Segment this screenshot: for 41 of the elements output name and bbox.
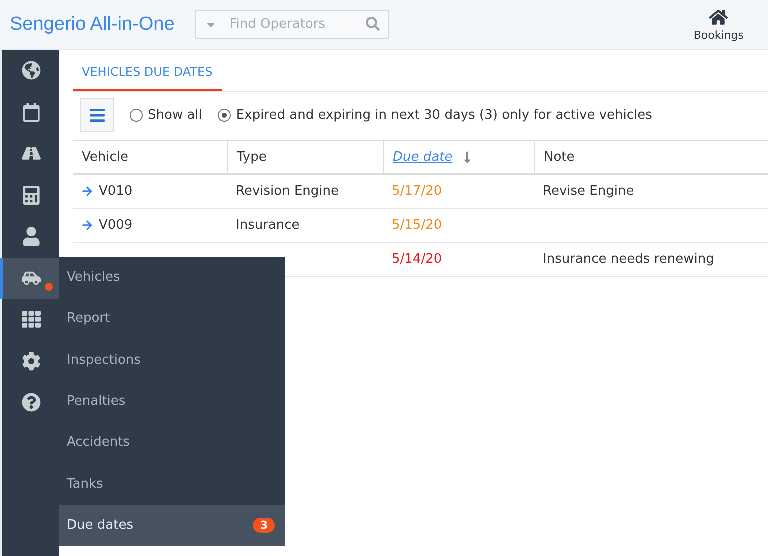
- table-cell: 5/17/20: [383, 175, 534, 209]
- table-cell: 5/15/20: [383, 209, 534, 243]
- search-field[interactable]: Find Operators: [194, 10, 389, 39]
- sidebar-item[interactable]: [0, 258, 59, 299]
- calculator-icon: [22, 186, 40, 205]
- help-icon: [22, 393, 40, 412]
- table-cell: Revision Engine: [227, 175, 383, 209]
- submenu-item[interactable]: Vehicles: [59, 257, 285, 298]
- arrow-icon: [82, 186, 93, 197]
- filter-radio[interactable]: Show all: [130, 108, 202, 122]
- submenu-item[interactable]: Due dates 3: [59, 504, 285, 546]
- column-header[interactable]: Due date: [383, 140, 534, 175]
- table-cell: V010: [73, 175, 227, 209]
- table-cell: 5/14/20: [383, 243, 534, 277]
- grid-icon: [22, 310, 40, 330]
- app-title: Sengerio All-in-One: [10, 14, 175, 36]
- submenu-item[interactable]: Accidents: [59, 422, 285, 464]
- submenu-item[interactable]: Penalties: [59, 380, 285, 422]
- bookings-button[interactable]: Bookings: [694, 8, 744, 42]
- table-cell: V009: [73, 209, 227, 243]
- calendar-icon: [22, 102, 40, 122]
- submenu-item[interactable]: Report: [59, 298, 285, 340]
- column-header[interactable]: Type: [227, 140, 383, 175]
- menu-button[interactable]: [80, 98, 114, 132]
- table-cell: Insurance needs renewing: [534, 243, 768, 277]
- settings-icon: [22, 352, 40, 371]
- search-icon: [366, 17, 380, 31]
- arrow-icon: [82, 220, 93, 231]
- table-cell: Revise Engine: [534, 175, 768, 209]
- submenu-item[interactable]: Inspections: [59, 340, 285, 381]
- menu-icon: [88, 106, 106, 124]
- count-badge: 3: [253, 518, 275, 533]
- home-icon: [709, 8, 728, 26]
- tab[interactable]: VEHICLES DUE DATES: [73, 50, 222, 91]
- column-header[interactable]: Note: [534, 140, 768, 175]
- user-icon: [22, 227, 40, 246]
- radio-label: Show all: [148, 108, 202, 122]
- column-header[interactable]: Vehicle: [73, 140, 227, 175]
- globe-icon: [22, 61, 40, 80]
- table-cell: Insurance: [227, 209, 383, 243]
- submenu-item[interactable]: Tanks: [59, 463, 285, 505]
